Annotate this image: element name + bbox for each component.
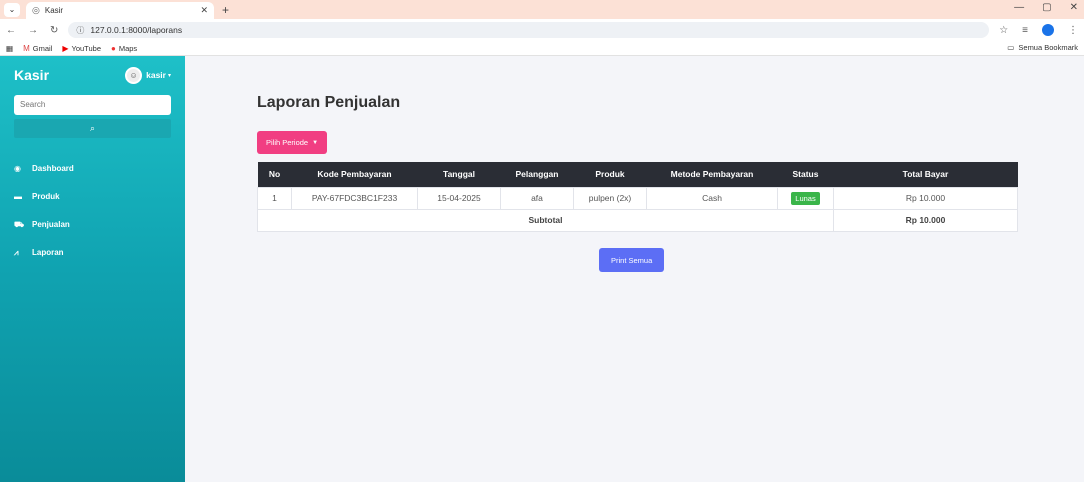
all-bookmarks[interactable]: ▭ Semua Bookmark (1007, 43, 1078, 52)
back-icon[interactable]: ← (6, 25, 16, 36)
bookmarks-bar: ▦ M Gmail ▶ YouTube ● Maps ▭ Semua Bookmark (0, 41, 1084, 56)
brand-logo[interactable]: Kasir (14, 67, 49, 83)
sidebar-item-produk[interactable]: ▬ Produk (14, 183, 171, 211)
cell-total: Rp 10.000 (833, 186, 1018, 210)
cell-pelanggan: afa (500, 186, 574, 210)
youtube-icon: ▶ (62, 43, 69, 53)
browser-tab[interactable]: ◎ Kasir ✕ (26, 2, 214, 19)
new-tab-button[interactable]: + (222, 3, 229, 17)
folder-icon: ▭ (1007, 43, 1015, 52)
search-icon: ⌕ (89, 122, 96, 133)
sidebar-item-penjualan[interactable]: ⛟ Penjualan (14, 211, 171, 239)
table-header-row: No Kode Pembayaran Tanggal Pelanggan Pro… (257, 162, 1018, 187)
header-total: Total Bayar (833, 162, 1018, 187)
tab-title: Kasir (44, 6, 64, 15)
chevron-down-icon: ▾ (167, 72, 171, 79)
user-menu[interactable]: ☺ kasir ▾ (125, 66, 171, 84)
header-metode: Metode Pembayaran (646, 162, 778, 187)
bookmark-gmail[interactable]: M Gmail (23, 44, 52, 53)
forward-icon[interactable]: → (28, 25, 38, 36)
cell-tanggal: 15-04-2025 (417, 186, 501, 210)
subtotal-value: Rp 10.000 (833, 208, 1018, 232)
profile-avatar[interactable] (1042, 24, 1054, 36)
cell-produk: pulpen (2x) (573, 186, 647, 210)
cart-icon: ⛟ (14, 219, 25, 229)
sidebar-item-laporan[interactable]: ⩘ Laporan (14, 239, 171, 267)
minimize-icon[interactable]: — (1014, 2, 1024, 13)
browser-tab-strip: ⌄ ◎ Kasir ✕ + — ▢ ✕ (0, 0, 1084, 19)
url-field[interactable]: ⓘ 127.0.0.1:8000/laporans (68, 22, 990, 38)
globe-icon: ◎ (32, 5, 40, 15)
sidebar-menu: ◉ Dashboard ▬ Produk ⛟ Penjualan ⩘ Laporan (14, 155, 171, 267)
extension-icon[interactable]: ≡ (1022, 25, 1028, 36)
close-tab-icon[interactable]: ✕ (200, 5, 208, 16)
status-badge: Lunas (791, 192, 820, 205)
print-all-button[interactable]: Print Semua (599, 248, 665, 272)
maps-icon: ● (111, 43, 116, 53)
search-input[interactable] (14, 94, 171, 115)
app-container: Kasir ☺ kasir ▾ ⌕ ◉Dashboard ▬Produk ⛟Pe… (0, 56, 1084, 482)
restore-icon[interactable]: ▢ (1042, 2, 1051, 13)
url-text: 127.0.0.1:8000/laporans (90, 25, 183, 35)
apps-icon[interactable]: ▦ (6, 44, 13, 53)
header-no: No (257, 162, 292, 187)
cell-kode: PAY-67FDC3BC1F233 (291, 186, 418, 210)
box-icon: ▬ (14, 192, 22, 201)
address-bar-row: ← → ↻ ⓘ 127.0.0.1:8000/laporans ☆ ≡ ⋮ (0, 19, 1084, 41)
search-button[interactable]: ⌕ (14, 118, 171, 138)
main-content: Laporan Penjualan Pilih Periode ▼ No Kod… (185, 56, 1084, 482)
header-tanggal: Tanggal (417, 162, 501, 187)
bookmark-youtube[interactable]: ▶ YouTube (62, 44, 101, 53)
header-pelanggan: Pelanggan (500, 162, 574, 187)
subtotal-label: Subtotal (257, 208, 834, 232)
cell-status: Lunas (777, 186, 834, 210)
window-controls: — ▢ ✕ (1014, 2, 1078, 13)
avatar: ☺ (125, 66, 143, 84)
cell-metode: Cash (646, 186, 778, 210)
user-name: kasir (146, 70, 166, 80)
header-kode: Kode Pembayaran (291, 162, 418, 187)
close-window-icon[interactable]: ✕ (1070, 2, 1078, 13)
palette-icon: ◉ (14, 164, 21, 173)
report-table: No Kode Pembayaran Tanggal Pelanggan Pro… (257, 162, 1018, 232)
sidebar: Kasir ☺ kasir ▾ ⌕ ◉Dashboard ▬Produk ⛟Pe… (0, 56, 185, 482)
tab-search-button[interactable]: ⌄ (4, 2, 20, 17)
sidebar-item-dashboard[interactable]: ◉ Dashboard (14, 155, 171, 183)
header-produk: Produk (573, 162, 647, 187)
bookmark-star-icon[interactable]: ☆ (999, 25, 1008, 36)
subtotal-row: Subtotal Rp 10.000 (257, 208, 1018, 232)
caret-down-icon: ▼ (312, 139, 319, 146)
menu-icon[interactable]: ⋮ (1068, 25, 1078, 36)
page-title: Laporan Penjualan (257, 94, 401, 111)
header-status: Status (777, 162, 834, 187)
table-row: 1 PAY-67FDC3BC1F233 15-04-2025 afa pulpe… (257, 186, 1018, 210)
bookmark-maps[interactable]: ● Maps (111, 44, 137, 53)
chart-icon: ⩘ (14, 247, 19, 257)
gmail-icon: M (23, 43, 30, 53)
pilih-periode-button[interactable]: Pilih Periode ▼ (257, 131, 328, 154)
reload-icon[interactable]: ↻ (50, 25, 58, 36)
cell-no: 1 (257, 186, 292, 210)
info-icon[interactable]: ⓘ (76, 25, 84, 36)
